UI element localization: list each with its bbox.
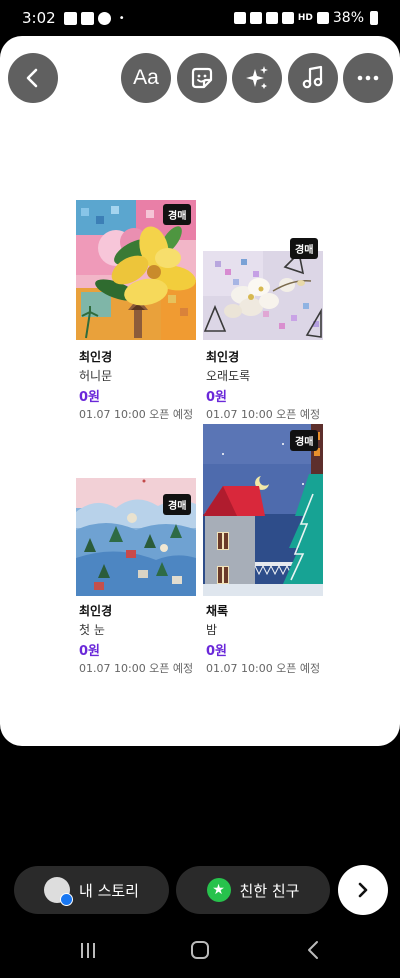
close-friends-label: 친한 친구: [239, 881, 300, 900]
back-icon[interactable]: [304, 938, 322, 962]
music-button[interactable]: [288, 53, 338, 103]
artist-name: 최인경: [206, 350, 240, 364]
auction-badge: 경매: [290, 430, 319, 451]
sticker-button[interactable]: [177, 53, 227, 103]
signal-icon: [316, 12, 329, 24]
star-icon: ★: [206, 878, 231, 902]
status-bar: 3:02 • HD 38%: [0, 0, 400, 36]
chevron-left-icon: [26, 68, 38, 88]
price-label: 0원: [79, 390, 101, 405]
home-icon[interactable]: [189, 938, 211, 962]
app-notification-icon: [97, 11, 111, 25]
my-story-label: 내 스토리: [79, 881, 139, 900]
product-card[interactable]: 경매 채록 밤 0원 01.07 10:00 오픈 예정: [203, 422, 325, 675]
battery-percent: 38%: [332, 10, 364, 26]
battery-icon: [370, 11, 378, 25]
chevron-right-icon: [358, 882, 368, 898]
mail-notification-icon: [80, 11, 94, 25]
next-button[interactable]: [338, 865, 388, 915]
gallery-notification-icon: [63, 11, 77, 25]
artwork-title: 첫 눈: [79, 623, 105, 637]
artwork-title: 오래도록: [206, 369, 251, 383]
auction-badge: 경매: [163, 494, 192, 515]
story-canvas[interactable]: Aa 경매 최인경 허니문 0원 01.07 10:00 오픈 예정 경매 최인…: [0, 36, 400, 746]
close-friends-button[interactable]: ★ 친한 친구: [176, 866, 330, 914]
open-schedule: 01.07 10:00 오픈 예정: [79, 408, 194, 421]
text-aa-icon: Aa: [133, 66, 159, 89]
music-note-icon: [302, 65, 323, 89]
text-button[interactable]: Aa: [121, 53, 171, 103]
artist-name: 최인경: [79, 604, 113, 618]
price-label: 0원: [206, 644, 228, 659]
sticker-icon: [191, 67, 213, 89]
recents-icon[interactable]: [78, 938, 98, 962]
more-horizontal-icon: [357, 75, 379, 81]
wifi-icon: [281, 12, 294, 24]
alarm-icon: [249, 12, 262, 24]
system-nav-bar: [0, 930, 400, 978]
effects-button[interactable]: [232, 53, 282, 103]
open-schedule: 01.07 10:00 오픈 예정: [206, 408, 321, 421]
price-label: 0원: [206, 390, 228, 405]
artwork-title: 밤: [206, 623, 218, 637]
artwork-title: 허니문: [79, 369, 113, 383]
more-button[interactable]: [343, 53, 393, 103]
product-card[interactable]: 경매 최인경 오래도록 0원 01.07 10:00 오픈 예정: [203, 200, 325, 421]
mute-icon: [265, 12, 278, 24]
open-schedule: 01.07 10:00 오픈 예정: [79, 662, 194, 675]
sparkle-icon: [246, 66, 268, 89]
artist-name: 채록: [206, 604, 229, 618]
status-time: 3:02: [22, 9, 56, 27]
auction-badge: 경매: [290, 238, 319, 259]
artwork-image[interactable]: [203, 251, 323, 340]
avatar: [44, 877, 74, 906]
back-button[interactable]: [8, 53, 58, 103]
more-notifications-dot: •: [118, 12, 125, 24]
network-label: HD: [297, 13, 313, 23]
status-right: HD 38%: [233, 10, 378, 26]
product-card[interactable]: 경매 최인경 허니문 0원 01.07 10:00 오픈 예정: [76, 200, 198, 421]
price-label: 0원: [79, 644, 101, 659]
product-card[interactable]: 경매 최인경 첫 눈 0원 01.07 10:00 오픈 예정: [76, 422, 198, 675]
open-schedule: 01.07 10:00 오픈 예정: [206, 662, 321, 675]
auction-badge: 경매: [163, 204, 192, 225]
artist-name: 최인경: [79, 350, 113, 364]
battery-saver-icon: [233, 12, 246, 24]
my-story-button[interactable]: 내 스토리: [14, 866, 169, 914]
